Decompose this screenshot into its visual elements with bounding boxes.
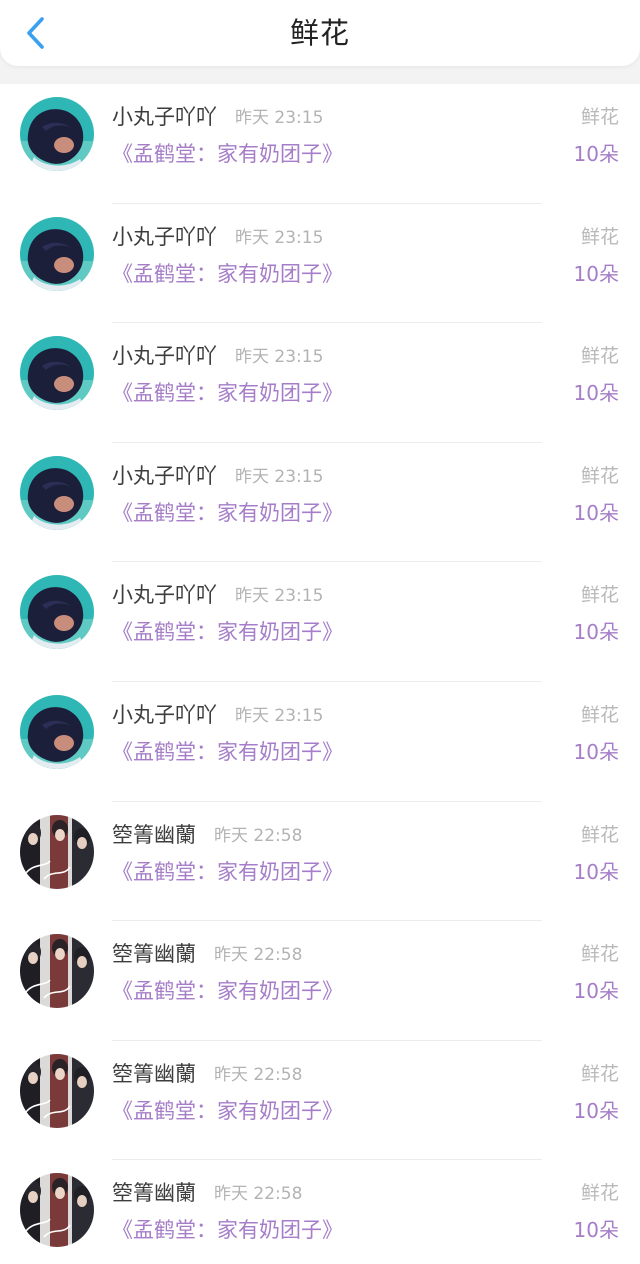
gift-count: 10朵: [573, 859, 619, 884]
sender-name: 箜箐幽蘭: [112, 942, 196, 967]
timestamp: 昨天 23:15: [235, 108, 324, 128]
avatar[interactable]: [20, 455, 94, 530]
sender-name: 小丸子吖吖: [112, 463, 217, 488]
timestamp: 昨天 23:15: [235, 347, 324, 368]
teal-avatar-image: [20, 695, 94, 769]
portrait-avatar-image: [20, 1053, 94, 1128]
book-title-link[interactable]: 《孟鹤堂：家有奶团子》: [112, 1215, 343, 1245]
gift-count: 10朵: [573, 142, 619, 166]
sender-name: 箜箐幽蘭: [112, 1181, 196, 1206]
book-title-link[interactable]: 《孟鹤堂：家有奶团子》: [112, 1096, 343, 1126]
gift-record-row[interactable]: 小丸子吖吖 昨天 23:15 《孟鹤堂：家有奶团子》 鲜花 10朵: [0, 682, 640, 802]
gift-count: 10朵: [573, 740, 619, 764]
gift-type: 鲜花: [580, 1182, 619, 1205]
timestamp: 昨天 23:15: [235, 227, 324, 248]
gift-type: 鲜花: [580, 345, 619, 368]
timestamp: 昨天 23:15: [235, 706, 324, 726]
avatar[interactable]: [20, 814, 94, 889]
gift-record-row[interactable]: 小丸子吖吖 昨天 23:15 《孟鹤堂：家有奶团子》 鲜花 10朵: [0, 443, 640, 563]
sender-name: 小丸子吖吖: [112, 703, 217, 727]
gift-type: 鲜花: [580, 1062, 619, 1085]
sender-name: 箜箐幽蘭: [112, 1061, 196, 1086]
book-title-link[interactable]: 《孟鹤堂：家有奶团子》: [112, 857, 343, 887]
sender-name: 小丸子吖吖: [112, 583, 217, 608]
teal-avatar-image: [20, 97, 94, 171]
sender-name: 小丸子吖吖: [112, 224, 217, 249]
portrait-avatar-image: [20, 934, 94, 1009]
avatar[interactable]: [20, 97, 94, 171]
teal-avatar-image: [20, 455, 94, 530]
gift-record-row[interactable]: 小丸子吖吖 昨天 23:15 《孟鹤堂：家有奶团子》 鲜花 10朵: [0, 84, 640, 204]
avatar[interactable]: [20, 1173, 94, 1248]
gift-count: 10朵: [573, 1218, 619, 1243]
avatar[interactable]: [20, 336, 94, 411]
page-title: 鲜花: [289, 16, 350, 50]
timestamp: 昨天 23:15: [235, 586, 324, 607]
book-title-link[interactable]: 《孟鹤堂：家有奶团子》: [112, 139, 343, 169]
avatar[interactable]: [20, 695, 94, 769]
flower-records-page: 鲜花 小丸子吖吖 昨天 23:15 《孟鹤堂：家有奶团子》 鲜花 10朵 小丸子…: [0, 0, 640, 1264]
gift-type: 鲜花: [580, 823, 619, 846]
book-title-link[interactable]: 《孟鹤堂：家有奶团子》: [112, 617, 343, 647]
book-title-link[interactable]: 《孟鹤堂：家有奶团子》: [112, 259, 343, 289]
gift-record-row[interactable]: 小丸子吖吖 昨天 23:15 《孟鹤堂：家有奶团子》 鲜花 10朵: [0, 323, 640, 443]
timestamp: 昨天 22:58: [214, 825, 303, 846]
gift-type: 鲜花: [580, 943, 619, 966]
book-title-link[interactable]: 《孟鹤堂：家有奶团子》: [112, 737, 343, 767]
sender-name: 箜箐幽蘭: [112, 822, 196, 847]
book-title-link[interactable]: 《孟鹤堂：家有奶团子》: [112, 498, 343, 528]
gift-record-list[interactable]: 小丸子吖吖 昨天 23:15 《孟鹤堂：家有奶团子》 鲜花 10朵 小丸子吖吖 …: [0, 84, 640, 1264]
book-title-link[interactable]: 《孟鹤堂：家有奶团子》: [112, 976, 343, 1006]
avatar[interactable]: [20, 1053, 94, 1128]
gift-count: 10朵: [573, 261, 619, 286]
gift-record-row[interactable]: 小丸子吖吖 昨天 23:15 《孟鹤堂：家有奶团子》 鲜花 10朵: [0, 562, 640, 682]
gift-type: 鲜花: [580, 106, 619, 128]
gift-count: 10朵: [573, 500, 619, 525]
timestamp: 昨天 22:58: [214, 1064, 303, 1085]
gift-record-row[interactable]: 箜箐幽蘭 昨天 22:58 《孟鹤堂：家有奶团子》 鲜花 10朵: [0, 802, 640, 922]
gift-record-row[interactable]: 箜箐幽蘭 昨天 22:58 《孟鹤堂：家有奶团子》 鲜花 10朵: [0, 1041, 640, 1161]
teal-avatar-image: [20, 216, 94, 291]
gift-record-row[interactable]: 箜箐幽蘭 昨天 22:58 《孟鹤堂：家有奶团子》 鲜花 10朵: [0, 921, 640, 1041]
sender-name: 小丸子吖吖: [112, 105, 217, 129]
gift-record-row[interactable]: 小丸子吖吖 昨天 23:15 《孟鹤堂：家有奶团子》 鲜花 10朵: [0, 204, 640, 324]
avatar[interactable]: [20, 216, 94, 291]
portrait-avatar-image: [20, 1173, 94, 1248]
timestamp: 昨天 23:15: [235, 466, 324, 487]
book-title-link[interactable]: 《孟鹤堂：家有奶团子》: [112, 378, 343, 408]
teal-avatar-image: [20, 336, 94, 411]
gift-count: 10朵: [573, 381, 619, 406]
gift-count: 10朵: [573, 620, 619, 645]
gift-type: 鲜花: [580, 704, 619, 726]
gift-record-row[interactable]: 箜箐幽蘭 昨天 22:58 《孟鹤堂：家有奶团子》 鲜花 10朵: [0, 1160, 640, 1264]
sender-name: 小丸子吖吖: [112, 344, 217, 369]
gift-type: 鲜花: [580, 225, 619, 248]
timestamp: 昨天 22:58: [214, 1184, 303, 1205]
portrait-avatar-image: [20, 814, 94, 889]
teal-avatar-image: [20, 575, 94, 650]
avatar[interactable]: [20, 575, 94, 650]
timestamp: 昨天 22:58: [214, 945, 303, 966]
gift-count: 10朵: [573, 979, 619, 1004]
gift-count: 10朵: [573, 1098, 619, 1123]
gift-type: 鲜花: [580, 584, 619, 607]
avatar[interactable]: [20, 934, 94, 1009]
top-bar: 鲜花: [0, 0, 640, 66]
gift-type: 鲜花: [580, 464, 619, 487]
